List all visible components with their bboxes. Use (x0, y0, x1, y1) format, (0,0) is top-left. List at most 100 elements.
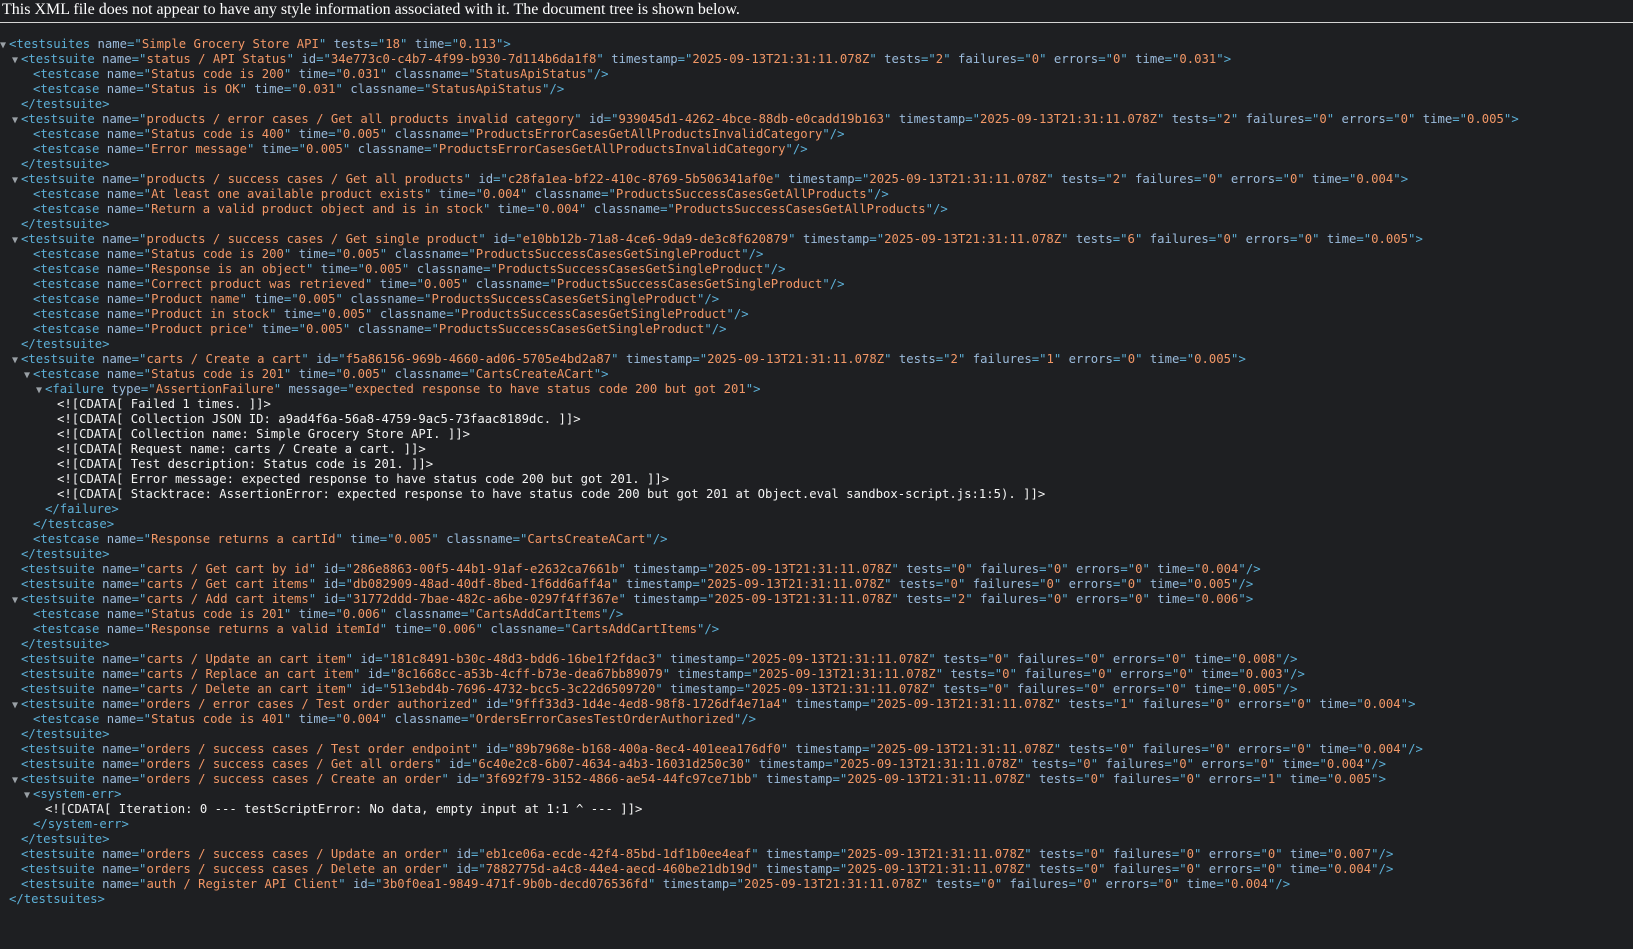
triangle-down-icon[interactable]: ▼ (0, 38, 9, 53)
testsuite-open: ▼ <testsuite name="orders / error cases /… (12, 697, 1416, 713)
attribute-value: 2025-09-13T21:31:11.078Z (876, 742, 1054, 756)
attribute-value: carts / Get cart by id (146, 562, 309, 576)
attribute-name: name (102, 877, 132, 891)
attribute-value: Response returns a cartId (151, 532, 336, 546)
attribute-value: 0 (1046, 577, 1054, 591)
attribute-value: orders / error cases / Test order author… (146, 697, 471, 711)
triangle-down-icon[interactable]: ▼ (36, 383, 45, 398)
attribute-name: errors (1076, 592, 1121, 606)
attribute-name: failures (1134, 172, 1194, 186)
tag-close: /> (608, 607, 624, 621)
attribute-value: Return a valid product object and is in … (151, 202, 483, 216)
attribute-value: carts / Get cart items (146, 577, 309, 591)
attribute-value: 0 (1127, 577, 1136, 591)
cdata-line: <![CDATA[ Collection name: Simple Grocer… (0, 427, 1633, 442)
attribute-value: Status code is 200 (151, 247, 284, 261)
tag-close: /> (1378, 862, 1394, 876)
attribute-name: classname (416, 262, 484, 276)
attribute-name: tests (898, 577, 936, 591)
testsuite-open: ▼ <testsuite name="carts / Create a cart"… (12, 352, 1246, 368)
tag-name: </testcase> (33, 517, 115, 531)
triangle-down-icon[interactable]: ▼ (12, 173, 21, 188)
attribute-value: Correct product was retrieved (151, 277, 365, 291)
xml-info-banner: This XML file does not appear to have an… (0, 0, 1633, 22)
attribute-name: tests (1068, 697, 1106, 711)
attribute-name: tests (1031, 757, 1069, 771)
attribute-name: tests (950, 667, 988, 681)
attribute-name: time (1135, 52, 1165, 66)
attribute-value: Error message (151, 142, 247, 156)
tag-name: <testsuite (21, 577, 95, 591)
attribute-value: 2025-09-13T21:31:11.078Z (979, 112, 1157, 126)
attribute-name: time (298, 367, 329, 381)
attribute-value: orders / success cases / Update an order (146, 847, 442, 861)
attribute-name: time (1194, 652, 1224, 666)
attribute-name: time (283, 307, 314, 321)
attribute-value: carts / Create a cart (146, 352, 302, 366)
testcase: <testcase name="Response returns a cartI… (33, 532, 668, 546)
attribute-value: Response is an object (151, 262, 306, 276)
attribute-name: name (106, 277, 137, 291)
attribute-name: timestamp (633, 592, 700, 606)
attribute-value: AssertionFailure (155, 382, 274, 396)
attribute-name: time (379, 277, 410, 291)
attribute-name: name (106, 247, 137, 261)
attribute-name: timestamp (670, 652, 737, 666)
attribute-name: time (1290, 862, 1320, 876)
tag-close: /> (1238, 577, 1254, 591)
tag-name: <testsuite (21, 652, 95, 666)
attribute-name: time (394, 622, 424, 636)
attribute-name: name (102, 592, 132, 606)
attribute-name: errors (1201, 757, 1246, 771)
failure-open: ▼ <failure type="AssertionFailure" messag… (36, 382, 761, 398)
attribute-value: status / API Status (146, 52, 287, 66)
cdata-text: <![CDATA[ Collection name: Simple Grocer… (57, 427, 471, 441)
attribute-value: CartsAddCartItems (475, 607, 602, 621)
attribute-value: 0.004 (483, 187, 520, 201)
triangle-down-icon[interactable]: ▼ (12, 53, 21, 68)
attribute-value: eb1ce06a-ecde-42f4-85bd-1df1b0ee4eaf (485, 847, 752, 861)
testcase: <testcase name="At least one available p… (33, 187, 889, 201)
attribute-name: timestamp (898, 112, 966, 126)
attribute-name: name (102, 652, 132, 666)
attribute-name: errors (1238, 697, 1283, 711)
testcase: <testcase name="Correct product was retr… (33, 277, 845, 291)
attribute-value: products / success cases / Get all produ… (146, 172, 464, 186)
attribute-value: c28fa1ea-bf22-410c-8769-5b506341af0e (507, 172, 774, 186)
attribute-value: ProductsSuccessCasesGetSingleProduct (556, 277, 823, 291)
triangle-down-icon[interactable]: ▼ (24, 788, 33, 803)
attribute-value: 0 (987, 877, 995, 891)
attribute-name: name (102, 862, 132, 876)
attribute-value: 0.005 (1194, 577, 1232, 591)
attribute-name: name (106, 127, 137, 141)
triangle-down-icon[interactable]: ▼ (12, 113, 21, 128)
attribute-value: 1 (1120, 697, 1128, 711)
tag-name: <testcase (33, 67, 100, 81)
testsuite-open: <testsuite name="carts / Replace an cart… (21, 667, 1305, 681)
attribute-value: 0.005 (424, 277, 461, 291)
testcase: <testcase name="Product price" time="0.0… (33, 322, 727, 336)
tag-name: </testsuite> (21, 337, 110, 351)
triangle-down-icon[interactable]: ▼ (12, 233, 21, 248)
system-err-open: ▼ <system-err> (0, 787, 1633, 802)
tag-close: /> (829, 277, 845, 291)
cdata-line: <![CDATA[ Stacktrace: AssertionError: ex… (0, 487, 1633, 502)
attribute-name: time (1319, 697, 1350, 711)
attribute-value: 0.005 (1194, 352, 1232, 366)
triangle-down-icon[interactable]: ▼ (12, 593, 21, 608)
triangle-down-icon[interactable]: ▼ (12, 698, 21, 713)
attribute-name: failures (1105, 757, 1165, 771)
attribute-name: errors (1068, 352, 1113, 366)
attribute-name: id (485, 697, 501, 711)
attribute-name: id (323, 592, 339, 606)
attribute-value: CartsCreateACart (475, 367, 594, 381)
attribute-value: CartsAddCartItems (571, 622, 697, 636)
attribute-name: time (1312, 172, 1342, 186)
triangle-down-icon[interactable]: ▼ (12, 773, 21, 788)
triangle-down-icon[interactable]: ▼ (12, 353, 21, 368)
tag-close: /> (1290, 667, 1305, 681)
attribute-name: failures (1016, 682, 1076, 696)
triangle-down-icon[interactable]: ▼ (24, 368, 33, 383)
attribute-name: name (106, 142, 137, 156)
xml-document-tree: ▼ <testsuites name="Simple Grocery Store … (0, 23, 1633, 907)
